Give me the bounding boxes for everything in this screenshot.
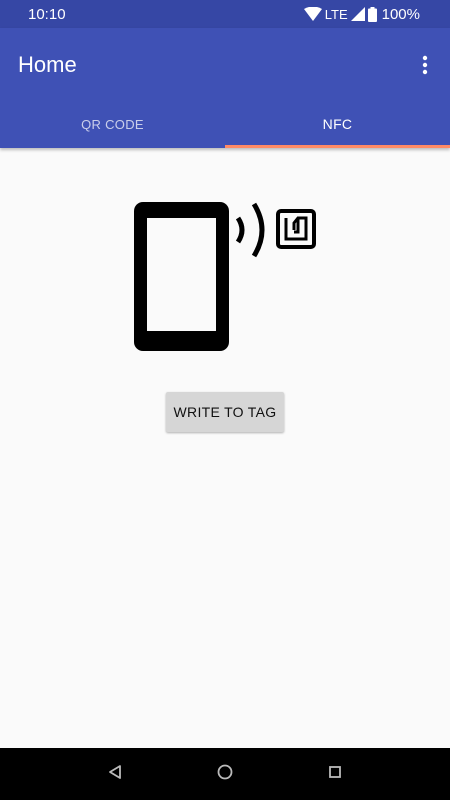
wifi-icon <box>303 7 322 21</box>
nfc-signal-icon <box>235 202 265 258</box>
phone-icon <box>134 202 229 351</box>
back-icon <box>107 764 123 785</box>
write-to-tag-button[interactable]: WRITE TO TAG <box>166 392 284 432</box>
navigation-bar <box>0 748 450 800</box>
battery-level: 100% <box>381 5 420 23</box>
tab-nfc[interactable]: NFC <box>225 100 450 148</box>
overflow-menu-button[interactable] <box>410 50 440 84</box>
nav-home-button[interactable] <box>205 754 245 794</box>
status-icons: LTE 100% <box>303 5 420 23</box>
nfc-illustration <box>128 196 324 356</box>
home-icon <box>216 763 234 786</box>
nav-back-button[interactable] <box>95 754 135 794</box>
nfc-tag-icon <box>276 209 316 249</box>
tab-qr-code[interactable]: QR CODE <box>0 100 225 148</box>
tab-indicator <box>225 145 450 148</box>
tab-nfc-label: NFC <box>322 116 353 132</box>
cell-signal-icon <box>350 7 365 21</box>
tab-qr-code-label: QR CODE <box>81 116 144 132</box>
app-title: Home <box>18 52 77 77</box>
tab-bar: QR CODE NFC <box>0 100 450 148</box>
network-type: LTE <box>324 6 348 22</box>
more-vert-icon <box>422 55 428 80</box>
recents-icon <box>327 764 343 785</box>
nav-recents-button[interactable] <box>315 754 355 794</box>
app-bar: Home QR CODE NFC <box>0 28 450 148</box>
status-time: 10:10 <box>28 5 66 23</box>
status-bar: 10:10 LTE 100% <box>0 0 450 28</box>
battery-icon <box>367 6 377 22</box>
screen: 10:10 LTE 100% Home QR CODE NFC WRITE TO… <box>0 0 450 800</box>
